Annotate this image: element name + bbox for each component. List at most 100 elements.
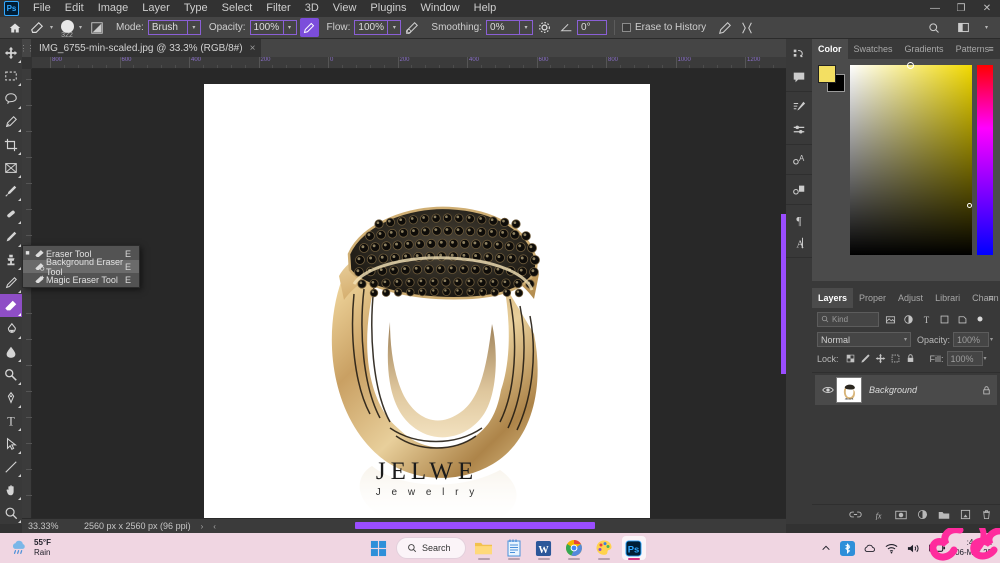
pressure-size-icon[interactable] xyxy=(401,18,423,38)
menu-window[interactable]: Window xyxy=(414,0,467,17)
dodge-tool[interactable] xyxy=(0,363,22,386)
lasso-tool[interactable] xyxy=(0,87,22,110)
character-panel-icon[interactable]: A xyxy=(786,231,812,254)
layer-name[interactable]: Background xyxy=(869,385,981,395)
weather-widget[interactable]: 55°F Rain xyxy=(0,538,180,558)
tabbar-grip[interactable]: ⋮⋮ xyxy=(20,39,35,57)
panel-menu-icon[interactable]: ≡ xyxy=(984,288,998,308)
volume-icon[interactable] xyxy=(907,543,920,554)
object-selection-tool[interactable] xyxy=(0,110,22,133)
blur-tool[interactable] xyxy=(0,340,22,363)
menu-select[interactable]: Select xyxy=(215,0,260,17)
onedrive-icon[interactable] xyxy=(864,543,876,553)
menu-file[interactable]: File xyxy=(26,0,58,17)
lock-position-icon[interactable] xyxy=(873,351,888,366)
tablet-pressure-icon[interactable] xyxy=(714,18,736,38)
brush-panel-chevron-icon[interactable]: ▾ xyxy=(79,24,82,31)
new-layer-icon[interactable] xyxy=(960,509,971,520)
foreground-color-swatch[interactable] xyxy=(818,65,836,83)
flyout-item-magic-eraser-tool[interactable]: Magic Eraser Tool E xyxy=(23,273,139,286)
lock-transparent-icon[interactable] xyxy=(843,351,858,366)
marquee-tool[interactable] xyxy=(0,64,22,87)
flyout-item-background-eraser-tool[interactable]: Background Eraser Tool E xyxy=(23,257,139,277)
filter-type-icon[interactable]: T xyxy=(919,312,933,327)
notepad-icon[interactable] xyxy=(502,536,526,560)
word-icon[interactable]: W xyxy=(532,536,556,560)
paragraph-panel-icon[interactable]: ¶ xyxy=(786,208,812,231)
airbrush-icon[interactable] xyxy=(299,18,319,37)
lock-all-icon[interactable] xyxy=(903,351,918,366)
document-tab[interactable]: IMG_6755-min-scaled.jpg @ 33.3% (RGB/8#)… xyxy=(31,39,262,57)
new-group-icon[interactable] xyxy=(938,510,950,520)
layer-style-icon[interactable]: fx xyxy=(872,510,885,520)
bluetooth-icon[interactable] xyxy=(840,540,856,556)
table-row[interactable]: JELWE Background xyxy=(815,375,997,405)
chrome-icon[interactable] xyxy=(562,536,586,560)
color-picker-marker-secondary[interactable] xyxy=(967,203,972,208)
menu-view[interactable]: View xyxy=(326,0,364,17)
frame-tool[interactable] xyxy=(0,156,22,179)
brush-angle-value[interactable]: 0° xyxy=(577,20,608,35)
brush-preset-chevron-icon[interactable]: ▾ xyxy=(50,24,53,31)
color-field[interactable] xyxy=(850,62,972,255)
comments-panel-icon[interactable] xyxy=(786,65,812,88)
layers-list[interactable]: JELWE Background xyxy=(812,372,1000,502)
hand-tool[interactable] xyxy=(0,478,22,501)
filter-adjustment-icon[interactable] xyxy=(901,312,915,327)
zoom-tool[interactable] xyxy=(0,501,22,524)
type-tool[interactable]: T xyxy=(0,409,22,432)
document-window[interactable]: JELWE J e w e l r y xyxy=(32,69,786,518)
menu-help[interactable]: Help xyxy=(467,0,504,17)
brush-size-preview[interactable]: 322 xyxy=(57,18,77,39)
layer-filter-kind-select[interactable]: Kind xyxy=(817,311,879,327)
filter-toggle-icon[interactable] xyxy=(973,312,987,327)
erase-to-history-checkbox[interactable] xyxy=(622,23,632,32)
file-explorer-icon[interactable] xyxy=(472,536,496,560)
minimize-button[interactable]: — xyxy=(922,0,948,17)
eyedropper-tool[interactable] xyxy=(0,179,22,202)
menu-filter[interactable]: Filter xyxy=(259,0,297,17)
brush-settings-toggle-icon[interactable] xyxy=(86,18,108,38)
horizontal-scrollbar[interactable] xyxy=(22,522,786,529)
tab-libraries[interactable]: Librari xyxy=(929,288,967,308)
filter-shape-icon[interactable] xyxy=(937,312,951,327)
taskbar-clock[interactable]: :44 PM 06-Mar-23 xyxy=(955,538,996,558)
move-tool[interactable] xyxy=(0,41,22,64)
image-canvas[interactable]: JELWE J e w e l r y xyxy=(204,84,650,518)
menu-layer[interactable]: Layer xyxy=(135,0,177,17)
battery-icon[interactable] xyxy=(929,543,946,553)
lock-image-icon[interactable] xyxy=(858,351,873,366)
gear-icon[interactable] xyxy=(533,18,555,38)
brush-settings-icon[interactable] xyxy=(786,95,812,118)
eraser-icon[interactable] xyxy=(26,18,48,38)
panel-menu-icon[interactable]: ≡ xyxy=(984,39,998,59)
menu-image[interactable]: Image xyxy=(91,0,136,17)
windows-start-icon[interactable] xyxy=(366,536,390,560)
character-styles-icon[interactable]: A xyxy=(786,148,812,171)
layer-fill-input[interactable]: 100% ▾ xyxy=(944,351,987,366)
eraser-tool-flyout[interactable]: ■ Eraser Tool E Background Eraser Tool E… xyxy=(22,245,140,288)
horizontal-ruler[interactable]: 800 600 400 200 0 200 400 600 800 1000 1200 xyxy=(32,57,786,69)
gradient-tool[interactable] xyxy=(0,317,22,340)
workspace-icon[interactable] xyxy=(953,18,975,38)
brush-tool[interactable] xyxy=(0,225,22,248)
home-icon[interactable] xyxy=(4,18,26,38)
spot-healing-tool[interactable] xyxy=(0,202,22,225)
opacity-input[interactable]: 100% ▾ xyxy=(249,20,297,35)
chevron-up-icon[interactable] xyxy=(821,543,831,553)
pen-tool[interactable] xyxy=(0,386,22,409)
filter-pixel-icon[interactable] xyxy=(883,312,897,327)
search-icon[interactable] xyxy=(923,18,945,38)
layer-mask-icon[interactable] xyxy=(895,510,907,520)
color-picker-marker[interactable] xyxy=(907,62,914,69)
close-icon[interactable]: × xyxy=(250,43,256,54)
layer-comps-icon[interactable] xyxy=(786,178,812,201)
flow-input[interactable]: 100% ▾ xyxy=(354,20,402,35)
restore-button[interactable]: ❐ xyxy=(948,0,974,17)
delete-layer-icon[interactable] xyxy=(981,509,992,520)
filter-smart-icon[interactable] xyxy=(955,312,969,327)
lock-artboard-icon[interactable] xyxy=(888,351,903,366)
paint-icon[interactable] xyxy=(592,536,616,560)
line-shape-tool[interactable] xyxy=(0,455,22,478)
photoshop-icon[interactable]: Ps xyxy=(621,536,646,560)
